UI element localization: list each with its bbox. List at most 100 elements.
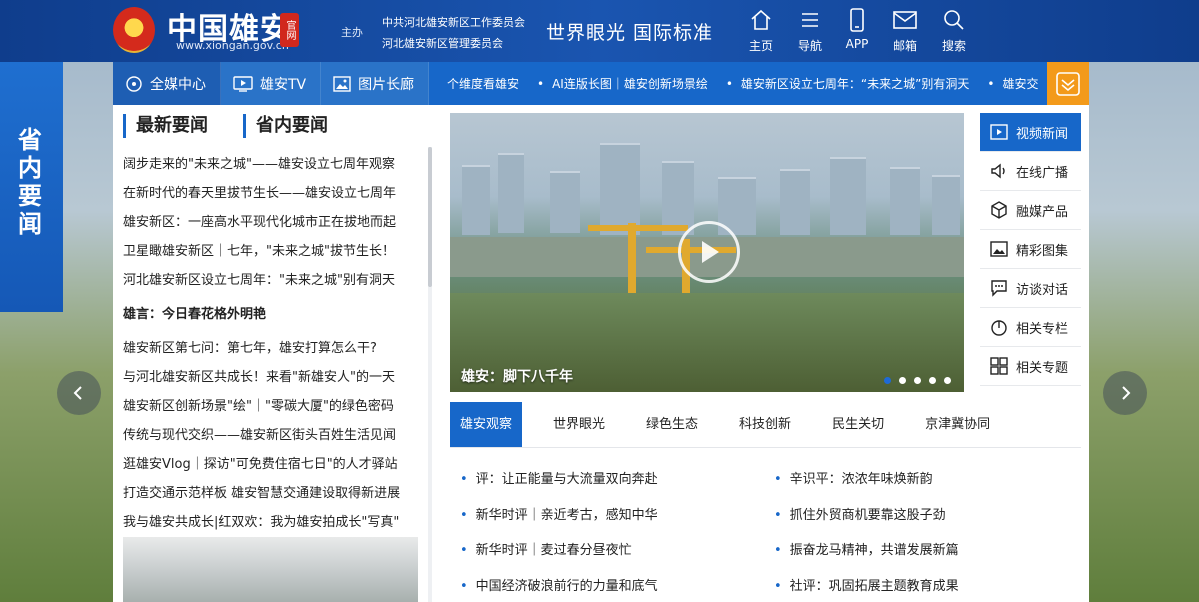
category-news-item[interactable]: 辛识平：浓浓年味焕新韵 (774, 465, 959, 501)
nav-label: 主页 (748, 39, 773, 53)
news-item[interactable]: 在新时代的春天里拔节生长——雄安设立七周年 (123, 179, 415, 208)
national-emblem-icon[interactable] (113, 7, 155, 53)
menu-item-label: 精彩图集 (1016, 243, 1069, 259)
tab-provincial-news[interactable]: 省内要闻 (243, 114, 328, 138)
nav-label: 导航 (797, 39, 822, 53)
channel-bar: 全媒中心 雄安TV 图片长廊 个维度看雄安 AI连版长图｜雄安创新场景绘 雄安新… (113, 62, 1089, 105)
category-news-item[interactable]: 新华时评｜亲近考古，感知中华 (460, 501, 658, 537)
search-icon (930, 6, 978, 34)
category-tab[interactable]: 雄安观察 (450, 402, 523, 447)
category-tab[interactable]: 世界眼光 (543, 402, 615, 447)
expand-menu-button[interactable] (1047, 62, 1089, 105)
category-tab[interactable]: 科技创新 (729, 402, 801, 447)
chat-icon (990, 279, 1010, 297)
nav-menu[interactable]: 导航 (786, 6, 834, 54)
menu-item-topics[interactable]: 相关专题 (980, 347, 1081, 386)
channel-gallery[interactable]: 图片长廊 (321, 62, 430, 105)
news-list: 阔步走来的"未来之城"——雄安设立七周年观察 在新时代的春天里拔节生长——雄安设立… (123, 150, 415, 537)
carousel-dot[interactable] (899, 377, 906, 384)
site-header: 中国雄安 www.xiongan.gov.cn 官网 主办 中共河北雄安新区工作… (0, 0, 1199, 62)
nav-label: APP (845, 37, 869, 51)
ticker-item[interactable]: 个维度看雄安 (447, 75, 519, 92)
nav-mail[interactable]: 邮箱 (881, 6, 929, 54)
category-tab[interactable]: 京津冀协同 (915, 402, 1000, 447)
carousel-dot[interactable] (944, 377, 951, 384)
side-tab-label: 省内要闻 (18, 126, 42, 238)
news-item[interactable]: 我与雄安共成长|红双欢：我为雄安拍成长"写真" (123, 508, 415, 537)
news-item[interactable]: 逛雄安Vlog｜探访"可免费住宿七日"的人才驿站 (123, 450, 415, 479)
play-icon (702, 241, 719, 263)
news-item[interactable]: 河北雄安新区设立七周年："未来之城"别有洞天 (123, 266, 415, 295)
category-tab[interactable]: 绿色生态 (636, 402, 708, 447)
news-thumbnail-image[interactable] (123, 537, 418, 602)
carousel-dot[interactable] (914, 377, 921, 384)
menu-item-chat[interactable]: 访谈对话 (980, 269, 1081, 308)
menu-item-cube[interactable]: 融媒产品 (980, 191, 1081, 230)
news-item[interactable]: 打造交通示范样板 雄安智慧交通建设取得新进展 (123, 479, 415, 508)
channel-label: 图片长廊 (358, 76, 415, 93)
video-player[interactable]: 雄安：脚下八千年 (450, 113, 964, 392)
carousel-next-button[interactable] (1103, 371, 1147, 415)
news-item[interactable]: 雄安新区创新场景"绘"｜"零碳大厦"的绿色密码 (123, 392, 415, 421)
topics-icon (990, 357, 1010, 375)
channel-tv[interactable]: 雄安TV (221, 62, 322, 105)
nav-label: 搜索 (941, 39, 966, 53)
nav-app[interactable]: APP (833, 6, 881, 51)
side-tab-provincial-news[interactable]: 省内要闻 (0, 62, 63, 312)
news-item[interactable]: 阔步走来的"未来之城"——雄安设立七周年观察 (123, 150, 415, 179)
news-item[interactable]: 雄安新区：一座高水平现代化城市正在拔地而起 (123, 208, 415, 237)
ticker-item[interactable]: 雄安新区设立七周年：“未来之城”别有洞天 (726, 75, 969, 92)
channel-media-center[interactable]: 全媒中心 (113, 62, 221, 105)
carousel-dots (884, 377, 951, 384)
carousel-dot[interactable] (929, 377, 936, 384)
host-name: 河北雄安新区管理委员会 (382, 37, 503, 50)
category-news-item[interactable]: 振奋龙马精神，共谱发展新篇 (774, 536, 959, 572)
ticker-item[interactable]: AI连版长图｜雄安创新场景绘 (537, 75, 708, 92)
menu-item-column[interactable]: 相关专栏 (980, 308, 1081, 347)
ticker-item[interactable]: 雄安交 (987, 75, 1038, 92)
carousel-dot[interactable] (884, 377, 891, 384)
host-names: 中共河北雄安新区工作委员会 河北雄安新区管理委员会 (382, 12, 525, 54)
category-news-item[interactable]: 抓住外贸商机要靠这股子劲 (774, 501, 959, 537)
menu-item-broadcast[interactable]: 在线广播 (980, 152, 1081, 191)
nav-search[interactable]: 搜索 (930, 6, 978, 54)
home-icon (737, 6, 785, 34)
menu-item-label: 在线广播 (1016, 165, 1069, 181)
site-url: www.xiongan.gov.cn (176, 39, 289, 52)
news-item[interactable]: 卫星瞰雄安新区｜七年，"未来之城"拔节生长！ (123, 237, 415, 266)
video-caption[interactable]: 雄安：脚下八千年 (461, 366, 573, 386)
menu-item-gallery[interactable]: 精彩图集 (980, 230, 1081, 269)
site-slogan: 世界眼光 国际标准 (546, 22, 714, 44)
menu-icon (786, 6, 834, 34)
video-news-icon (990, 123, 1010, 141)
chevron-down-icon (1056, 71, 1080, 96)
broadcast-icon (990, 162, 1010, 180)
seal-text: 官网 (284, 20, 295, 40)
play-button[interactable] (678, 221, 740, 283)
column-icon (990, 318, 1010, 336)
news-tabs: 最新要闻 省内要闻 (123, 114, 363, 138)
category-news-left: 评：让正能量与大流量双向奔赴新华时评｜亲近考古，感知中华新华时评｜麦过春分昼夜忙… (460, 465, 658, 602)
picture-icon (333, 75, 351, 93)
nav-home[interactable]: 主页 (737, 6, 785, 54)
carousel-prev-button[interactable] (57, 371, 101, 415)
scroll-thumb[interactable] (428, 147, 432, 287)
news-ticker: 个维度看雄安 AI连版长图｜雄安创新场景绘 雄安新区设立七周年：“未来之城”别有… (447, 62, 1056, 105)
category-news-item[interactable]: 中国经济破浪前行的力量和底气 (460, 572, 658, 602)
cube-icon (990, 201, 1010, 219)
news-item[interactable]: 雄安新区第七问：第七年，雄安打算怎么干? (123, 334, 415, 363)
menu-item-label: 融媒产品 (1016, 204, 1069, 220)
chevron-left-icon (73, 386, 82, 400)
host-name: 中共河北雄安新区工作委员会 (382, 16, 525, 29)
category-news-item[interactable]: 社评：巩固拓展主题教育成果 (774, 572, 959, 602)
news-item[interactable]: 传统与现代交织——雄安新区街头百姓生活见闻 (123, 421, 415, 450)
category-news-item[interactable]: 评：让正能量与大流量双向奔赴 (460, 465, 658, 501)
news-item[interactable]: 雄言：今日春花格外明艳 (123, 300, 415, 329)
category-tab[interactable]: 民生关切 (822, 402, 894, 447)
menu-item-video-news[interactable]: 视频新闻 (980, 113, 1081, 152)
category-news-item[interactable]: 新华时评｜麦过春分昼夜忙 (460, 536, 658, 572)
main-panel: 最新要闻 省内要闻 阔步走来的"未来之城"——雄安设立七周年观察 在新时代的春天里… (113, 105, 1089, 602)
news-scrollbar[interactable] (428, 147, 432, 602)
news-item[interactable]: 与河北雄安新区共成长！来看"新雄安人"的一天 (123, 363, 415, 392)
tab-latest-news[interactable]: 最新要闻 (123, 114, 208, 138)
